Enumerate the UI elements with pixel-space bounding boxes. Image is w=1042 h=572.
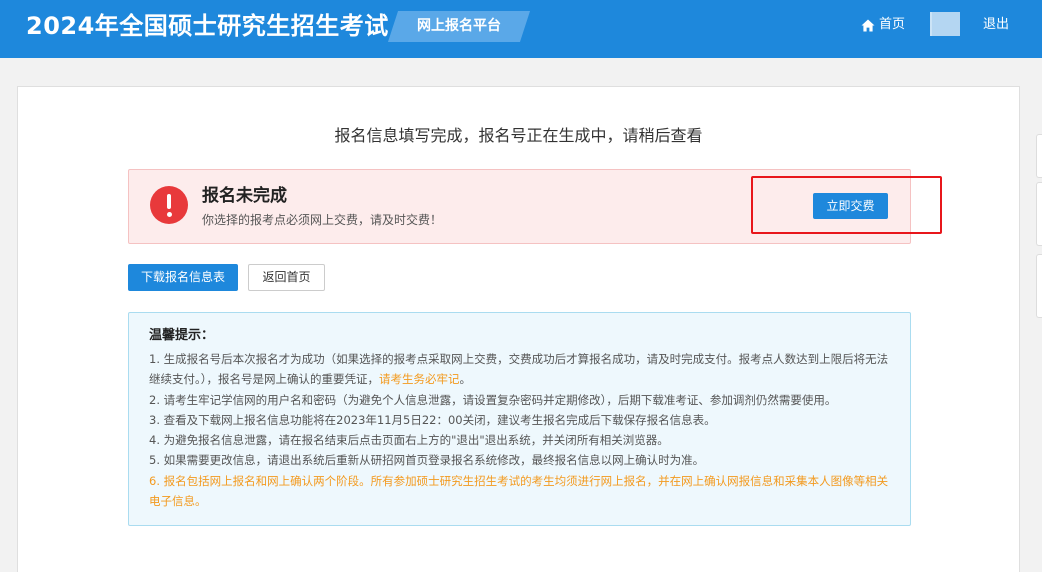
top-header: 2024年全国硕士研究生招生考试 网上报名平台 首页 退出 (0, 0, 1042, 58)
annotation-highlight-box (751, 176, 942, 234)
home-icon (861, 19, 875, 31)
platform-badge-label: 网上报名平台 (417, 18, 501, 34)
main-card: 报名信息填写完成，报名号正在生成中，请稍后查看 报名未完成 你选择的报考点必须网… (17, 86, 1020, 572)
tip-item-1: 1. 生成报名号后本次报名才为成功（如果选择的报考点采取网上交费，交费成功后才算… (149, 352, 889, 387)
logout-link[interactable]: 退出 (983, 14, 1009, 36)
nav-home-link[interactable]: 首页 (861, 14, 905, 36)
tip-item-5: 5. 如果需要更改信息，请退出系统后重新从研招网首页登录报名系统修改，最终报名信… (149, 453, 705, 468)
tip-item-4: 4. 为避免报名信息泄露，请在报名结束后点击页面右上方的"退出"退出系统，并关闭… (149, 433, 669, 448)
alert-subtitle: 你选择的报考点必须网上交费，请及时交费！ (202, 213, 443, 227)
side-tab-3[interactable] (1036, 254, 1042, 318)
status-message: 报名信息填写完成，报名号正在生成中，请稍后查看 (334, 126, 703, 145)
tips-panel: 温馨提示： 1. 生成报名号后本次报名才为成功（如果选择的报考点采取网上交费，交… (128, 312, 911, 526)
side-tab-2[interactable] (1036, 182, 1042, 246)
tip-item-6: 6. 报名包括网上报名和网上确认两个阶段。所有参加硕士研究生招生考试的考生均须进… (149, 473, 889, 509)
user-avatar-redacted[interactable] (930, 12, 960, 36)
tip-item-2: 2. 请考生牢记学信网的用户名和密码（为避免个人信息泄露，请设置复杂密码并定期修… (149, 392, 837, 407)
side-tab-1[interactable] (1036, 134, 1042, 178)
platform-badge: 网上报名平台 (387, 11, 531, 42)
site-title: 2024年全国硕士研究生招生考试 (26, 12, 389, 40)
back-home-button[interactable]: 返回首页 (248, 264, 325, 291)
tip-item-3: 3. 查看及下载网上报名信息功能将在2023年11月5日22：00关闭，建议考生… (149, 412, 716, 427)
alert-title: 报名未完成 (202, 186, 287, 206)
nav-home-label: 首页 (879, 17, 906, 32)
exclamation-icon (150, 186, 188, 224)
download-registration-form-button[interactable]: 下载报名信息表 (128, 264, 238, 291)
tips-title: 温馨提示： (149, 328, 215, 343)
tip-item-1-highlight: 请考生务必牢记 (379, 372, 460, 387)
